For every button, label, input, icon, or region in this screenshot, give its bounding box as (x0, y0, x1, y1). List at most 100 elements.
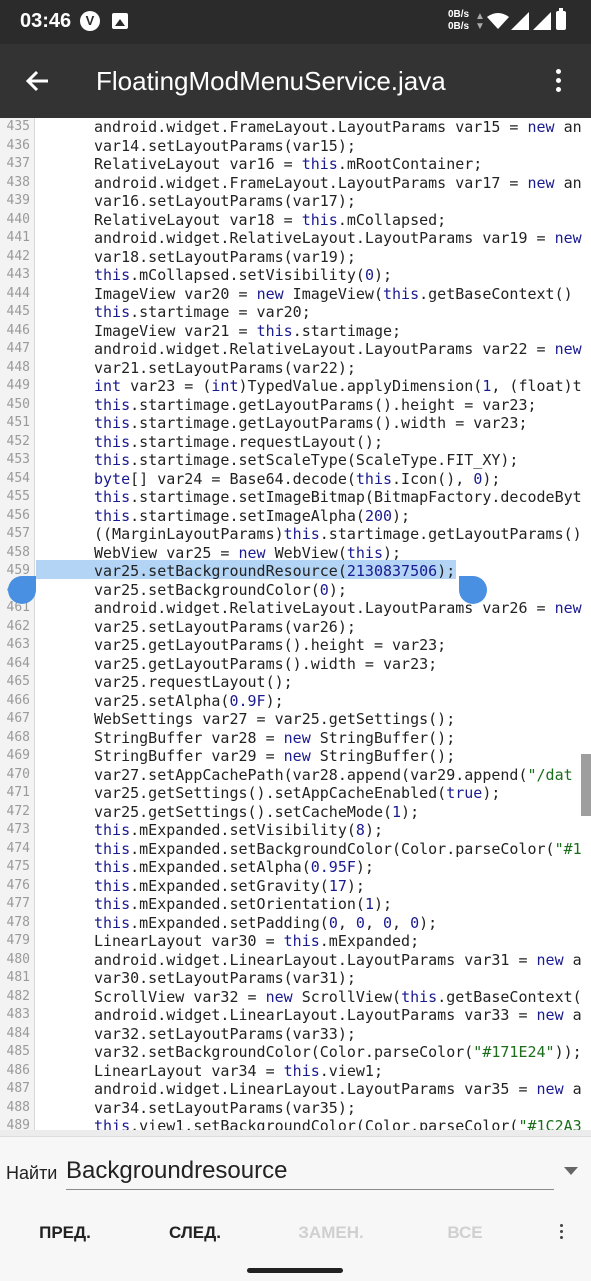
line-number: 466 (6, 692, 30, 708)
line-number: 464 (6, 655, 30, 671)
gesture-nav-bar[interactable] (247, 1268, 343, 1273)
search-input[interactable] (66, 1153, 554, 1190)
line-number: 477 (6, 896, 30, 911)
line-number: 465 (6, 674, 30, 689)
code-line: 471 var25.getSettings().setAppCacheEnable… (0, 784, 591, 803)
replace-all-button[interactable]: ВСЕ (440, 1209, 490, 1257)
app-bar: FloatingModMenuService.java (0, 44, 591, 118)
line-number: 469 (6, 748, 30, 763)
more-vert-icon[interactable] (550, 66, 566, 96)
code-text: var32.setLayoutParams(var33); (94, 1024, 356, 1043)
code-line: 475 this.mExpanded.setAlpha(0.95F); (0, 858, 591, 877)
code-text: this.mExpanded.setAlpha(0.95F); (94, 858, 374, 876)
line-number: 479 (6, 933, 30, 948)
line-number: 486 (6, 1062, 30, 1078)
line-number: 444 (6, 285, 30, 301)
code-line: 435 android.widget.FrameLayout.LayoutPara… (0, 118, 591, 137)
code-text: this.mCollapsed.setVisibility(0); (94, 266, 393, 284)
prev-button[interactable]: ПРЕД. (30, 1209, 100, 1257)
code-text: ScrollView var32 = new ScrollView(this.g… (94, 987, 582, 1006)
dropdown-arrow-icon[interactable] (564, 1167, 578, 1175)
code-line: 457 ((MarginLayoutParams)this.startimage.… (0, 525, 591, 544)
scrollbar-thumb[interactable] (581, 754, 591, 816)
code-line: 453 this.startimage.setScaleType(ScaleTyp… (0, 451, 591, 470)
code-text: android.widget.RelativeLayout.LayoutPara… (94, 599, 582, 617)
line-number: 453 (6, 452, 30, 467)
code-text: this.mExpanded.setBackgroundColor(Color.… (94, 839, 582, 858)
code-line: 462 var25.setLayoutParams(var26); (0, 618, 591, 637)
code-line: 477 this.mExpanded.setOrientation(1); (0, 895, 591, 914)
code-line: 446 ImageView var21 = this.startimage; (0, 322, 591, 341)
code-text: android.widget.RelativeLayout.LayoutPara… (94, 340, 582, 358)
code-line: 486 LinearLayout var34 = this.view1; (0, 1062, 591, 1081)
code-line: 445 this.startimage = var20; (0, 303, 591, 322)
code-line: 450 this.startimage.getLayoutParams().hei… (0, 396, 591, 415)
code-line: 483 android.widget.LinearLayout.LayoutPar… (0, 1006, 591, 1025)
wifi-icon (487, 13, 509, 29)
code-line: 482 ScrollView var32 = new ScrollView(thi… (0, 988, 591, 1007)
code-text: android.widget.LinearLayout.LayoutParams… (94, 1080, 582, 1098)
page-title: FloatingModMenuService.java (96, 66, 446, 96)
line-number: 478 (6, 914, 30, 930)
code-line: 487 android.widget.LinearLayout.LayoutPar… (0, 1080, 591, 1099)
line-number: 474 (6, 840, 30, 856)
line-number: 488 (6, 1099, 30, 1115)
line-number: 449 (6, 378, 30, 393)
code-line: 469 StringBuffer var29 = new StringBuffer… (0, 747, 591, 766)
code-line: 437 RelativeLayout var16 = this.mRootCont… (0, 155, 591, 174)
line-number: 456 (6, 507, 30, 523)
code-text: var14.setLayoutParams(var15); (94, 136, 356, 155)
code-line: 439 var16.setLayoutParams(var17); (0, 192, 591, 211)
code-line: 479 LinearLayout var30 = this.mExpanded; (0, 932, 591, 951)
code-line: 470 var27.setAppCachePath(var28.append(va… (0, 766, 591, 785)
code-line: 465 var25.requestLayout(); (0, 673, 591, 692)
code-text: this.mExpanded.setPadding(0, 0, 0, 0); (94, 913, 438, 932)
code-text: this.startimage = var20; (94, 303, 311, 321)
replace-button[interactable]: ЗАМЕН. (288, 1209, 374, 1257)
code-line: 441 android.widget.RelativeLayout.LayoutP… (0, 229, 591, 248)
code-text: WebSettings var27 = var25.getSettings(); (94, 710, 456, 728)
code-line: 444 ImageView var20 = new ImageView(this.… (0, 285, 591, 304)
line-number: 437 (6, 156, 30, 171)
code-text: WebView var25 = new WebView(this); (94, 543, 402, 562)
line-number: 483 (6, 1007, 30, 1022)
code-text: ImageView var20 = new ImageView(this.get… (94, 284, 573, 303)
selection-handle-right[interactable] (459, 576, 487, 604)
network-speed-down: 0B/s (448, 21, 470, 32)
code-text: var25.setBackgroundResource(2130837506); (94, 562, 456, 580)
code-text: var21.setLayoutParams(var22); (94, 358, 356, 377)
code-text: LinearLayout var30 = this.mExpanded; (94, 932, 420, 950)
image-icon (112, 13, 128, 29)
search-buttons: ПРЕД. СЛЕД. ЗАМЕН. ВСЕ (0, 1209, 591, 1257)
code-line: 438 android.widget.FrameLayout.LayoutPara… (0, 174, 591, 193)
line-number: 441 (6, 230, 30, 245)
line-number: 443 (6, 267, 30, 282)
data-activity-icon: ▲ ▼ (475, 11, 485, 32)
more-vert-icon[interactable] (554, 1223, 568, 1245)
line-number: 484 (6, 1025, 30, 1041)
line-number: 476 (6, 877, 30, 893)
arrow-back-icon[interactable] (22, 66, 52, 96)
code-line: 461 android.widget.RelativeLayout.LayoutP… (0, 599, 591, 618)
line-number: 450 (6, 396, 30, 412)
code-text: this.mExpanded.setGravity(17); (94, 876, 365, 895)
code-text: var16.setLayoutParams(var17); (94, 192, 356, 210)
code-text: this.mExpanded.setOrientation(1); (94, 895, 393, 913)
line-number: 475 (6, 859, 30, 874)
battery-icon (556, 8, 566, 30)
code-line: 484 var32.setLayoutParams(var33); (0, 1025, 591, 1044)
line-number: 485 (6, 1044, 30, 1059)
code-text: var32.setBackgroundColor(Color.parseColo… (94, 1043, 582, 1061)
code-line: 476 this.mExpanded.setGravity(17); (0, 877, 591, 896)
code-editor[interactable]: 435 android.widget.FrameLayout.LayoutPara… (0, 118, 591, 1136)
next-button[interactable]: СЛЕД. (160, 1209, 230, 1257)
code-line: 455 this.startimage.setImageBitmap(Bitmap… (0, 488, 591, 507)
status-time: 03:46 (20, 10, 72, 32)
code-text: this.startimage.getLayoutParams().height… (94, 395, 537, 414)
signal-icon (511, 12, 529, 30)
line-number: 436 (6, 137, 30, 153)
code-text: var27.setAppCachePath(var28.append(var29… (94, 765, 573, 784)
selection-handle-left[interactable] (8, 576, 36, 604)
code-line: 463 var25.getLayoutParams().height = var2… (0, 636, 591, 655)
line-number: 473 (6, 822, 30, 837)
